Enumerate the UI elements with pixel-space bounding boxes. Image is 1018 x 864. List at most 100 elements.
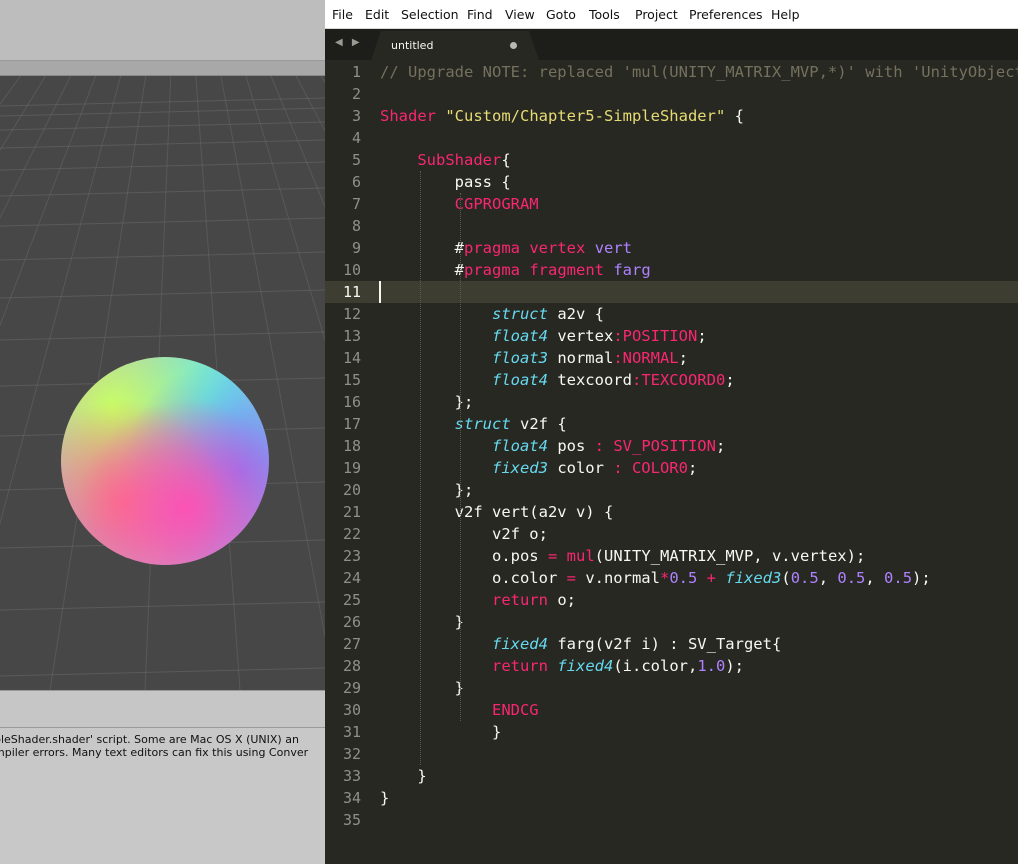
- code-line[interactable]: 11: [325, 281, 1018, 303]
- code-line[interactable]: 6 pass {: [325, 171, 1018, 193]
- line-number: 6: [351, 173, 361, 191]
- grid-line: [0, 289, 325, 299]
- code-line[interactable]: 29 }: [325, 677, 1018, 699]
- code-line[interactable]: 32: [325, 743, 1018, 765]
- code-text: struct v2f {: [454, 415, 567, 433]
- menu-file[interactable]: File: [332, 7, 353, 22]
- menu-project[interactable]: Project: [635, 7, 678, 22]
- code-line[interactable]: 35: [325, 809, 1018, 831]
- line-number: 28: [342, 657, 361, 675]
- code-line[interactable]: 20 };: [325, 479, 1018, 501]
- line-number: 17: [342, 415, 361, 433]
- line-number: 21: [342, 503, 361, 521]
- line-number: 33: [342, 767, 361, 785]
- code-line[interactable]: 27 fixed4 farg(v2f i) : SV_Target{: [325, 633, 1018, 655]
- code-line[interactable]: 33 }: [325, 765, 1018, 787]
- console-panel[interactable]: pleShader.shader' script. Some are Mac O…: [0, 727, 325, 864]
- code-text: v2f o;: [380, 525, 548, 543]
- code-text: }: [380, 613, 464, 631]
- menu-tools[interactable]: Tools: [589, 7, 620, 22]
- tab-nav-arrows-icon[interactable]: ◀ ▶: [335, 37, 363, 48]
- console-message-line: mpiler errors. Many text editors can fix…: [0, 746, 309, 759]
- line-number: 26: [342, 613, 361, 631]
- line-number: 32: [342, 745, 361, 763]
- text-cursor: [379, 281, 381, 303]
- code-line[interactable]: 4: [325, 127, 1018, 149]
- line-number: 25: [342, 591, 361, 609]
- code-text: }: [380, 679, 464, 697]
- menu-view[interactable]: View: [505, 7, 535, 22]
- menu-preferences[interactable]: Preferences: [689, 7, 763, 22]
- line-number: 11: [342, 283, 361, 301]
- code-line[interactable]: 9 #pragma vertex vert: [325, 237, 1018, 259]
- line-number: 4: [351, 129, 361, 147]
- menu-edit[interactable]: Edit: [365, 7, 389, 22]
- line-number: 23: [342, 547, 361, 565]
- line-number: 27: [342, 635, 361, 653]
- line-number: 15: [342, 371, 361, 389]
- code-text: pass {: [380, 173, 511, 191]
- line-number: 1: [351, 63, 361, 81]
- shaded-sphere[interactable]: [61, 357, 269, 565]
- code-text: // Upgrade NOTE: replaced 'mul(UNITY_MAT…: [380, 63, 1018, 81]
- tab-untitled[interactable]: untitled: [371, 31, 539, 60]
- unity-scene-tabstrip: [0, 61, 325, 76]
- code-line[interactable]: 26 }: [325, 611, 1018, 633]
- code-line[interactable]: 17 struct v2f {: [325, 413, 1018, 435]
- menu-bar: File Edit Selection Find View Goto Tools…: [325, 0, 1018, 29]
- code-line[interactable]: 8: [325, 215, 1018, 237]
- code-line[interactable]: 14 float3 normal:NORMAL;: [325, 347, 1018, 369]
- code-line[interactable]: 5 SubShader{: [325, 149, 1018, 171]
- console-message-line: pleShader.shader' script. Some are Mac O…: [0, 733, 299, 746]
- code-line[interactable]: 3 Shader "Custom/Chapter5-SimpleShader" {: [325, 105, 1018, 127]
- code-text: return fixed4(i.color,1.0);: [491, 657, 744, 675]
- code-line[interactable]: 31 }: [325, 721, 1018, 743]
- code-line[interactable]: 34}: [325, 787, 1018, 809]
- unsaved-dot-icon[interactable]: [510, 42, 517, 49]
- code-text: Shader "Custom/Chapter5-SimpleShader" {: [380, 107, 744, 125]
- line-number: 22: [342, 525, 361, 543]
- code-text: float4 pos : SV_POSITION;: [491, 437, 726, 455]
- code-line[interactable]: 18 float4 pos : SV_POSITION;: [325, 435, 1018, 457]
- code-line[interactable]: 2: [325, 83, 1018, 105]
- code-line[interactable]: 30 ENDCG: [325, 699, 1018, 721]
- line-number: 18: [342, 437, 361, 455]
- code-line[interactable]: 23 o.pos = mul(UNITY_MATRIX_MVP, v.verte…: [325, 545, 1018, 567]
- code-text-area[interactable]: 1 // Upgrade NOTE: replaced 'mul(UNITY_MA…: [325, 60, 1018, 864]
- menu-find[interactable]: Find: [467, 7, 493, 22]
- code-line[interactable]: 12 struct a2v {: [325, 303, 1018, 325]
- menu-help[interactable]: Help: [771, 7, 800, 22]
- line-number: 2: [351, 85, 361, 103]
- code-text: }: [380, 723, 502, 741]
- code-line[interactable]: 22 v2f o;: [325, 523, 1018, 545]
- line-number: 19: [342, 459, 361, 477]
- code-line[interactable]: 10 #pragma fragment farg: [325, 259, 1018, 281]
- code-line[interactable]: 16 };: [325, 391, 1018, 413]
- menu-goto[interactable]: Goto: [546, 7, 576, 22]
- code-text: }: [380, 767, 427, 785]
- tab-bar: ◀ ▶ untitled: [325, 29, 1018, 60]
- code-line[interactable]: 28 return fixed4(i.color,1.0);: [325, 655, 1018, 677]
- indent-guide: [460, 193, 461, 721]
- line-number: 29: [342, 679, 361, 697]
- line-number: 3: [351, 107, 361, 125]
- grid-line: [0, 667, 325, 677]
- scene-view[interactable]: [0, 76, 325, 690]
- code-text: o.pos = mul(UNITY_MATRIX_MVP, v.vertex);: [380, 547, 866, 565]
- line-number: 14: [342, 349, 361, 367]
- line-number: 12: [342, 305, 361, 323]
- menu-selection[interactable]: Selection: [401, 7, 459, 22]
- code-text: struct a2v {: [491, 305, 604, 323]
- code-line[interactable]: 25 return o;: [325, 589, 1018, 611]
- code-line[interactable]: 13 float4 vertex:POSITION;: [325, 325, 1018, 347]
- code-line[interactable]: 7 CGPROGRAM: [325, 193, 1018, 215]
- code-text: o.color = v.normal*0.5 + fixed3(0.5, 0.5…: [380, 569, 931, 587]
- code-line[interactable]: 15 float4 texcoord:TEXCOORD0;: [325, 369, 1018, 391]
- code-line[interactable]: 24 o.color = v.normal*0.5 + fixed3(0.5, …: [325, 567, 1018, 589]
- code-line[interactable]: 1 // Upgrade NOTE: replaced 'mul(UNITY_MA…: [325, 61, 1018, 83]
- line-number: 20: [342, 481, 361, 499]
- grid-line: [0, 251, 325, 261]
- code-text: #pragma vertex vert: [380, 239, 633, 257]
- code-line[interactable]: 21 v2f vert(a2v v) {: [325, 501, 1018, 523]
- code-line[interactable]: 19 fixed3 color : COLOR0;: [325, 457, 1018, 479]
